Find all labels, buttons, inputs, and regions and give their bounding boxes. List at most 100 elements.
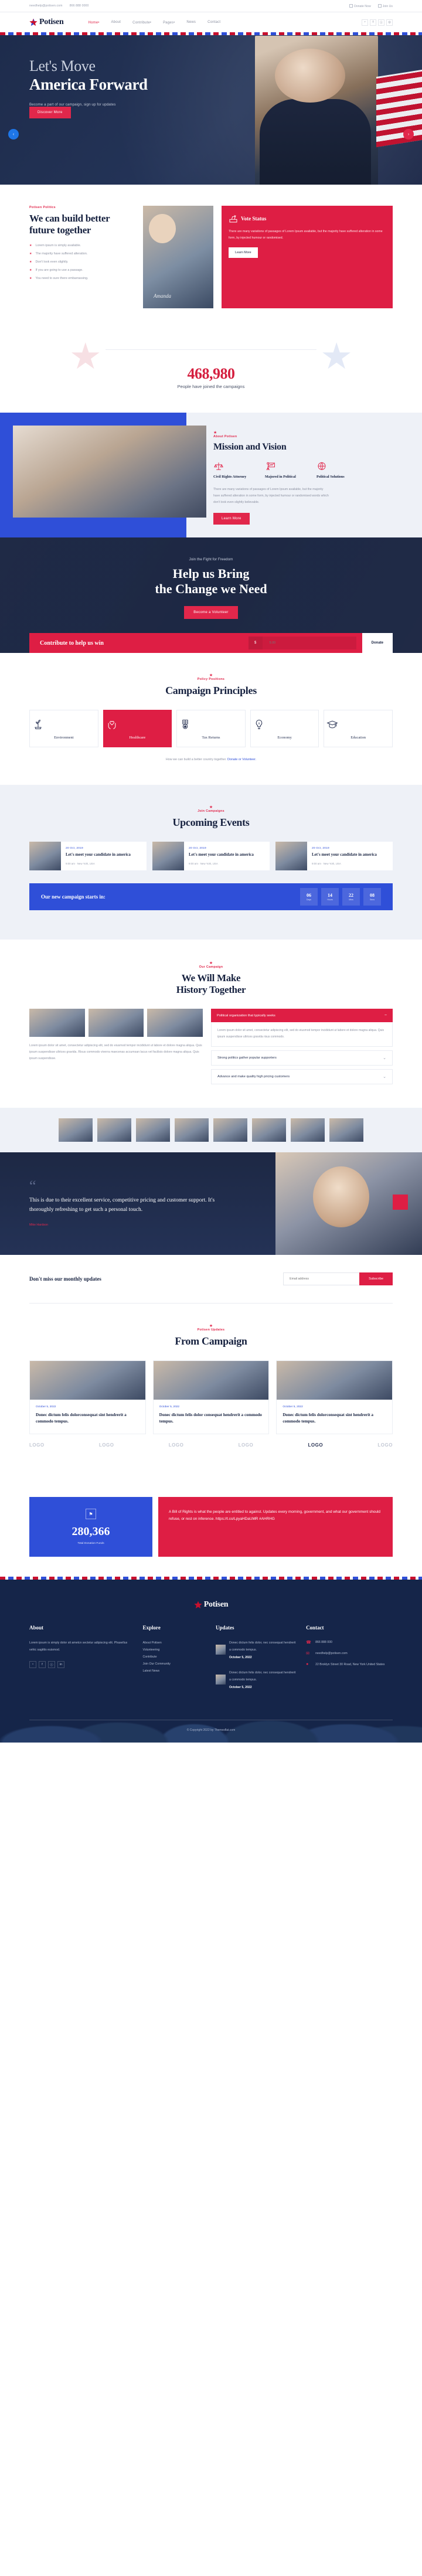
donation-amount-input[interactable] [262, 637, 356, 650]
twitter-icon[interactable]: ᵛ [362, 19, 368, 26]
event-card[interactable]: 20 Oct, 2019 Let's meet your candidate i… [29, 842, 147, 870]
blog-thumbnail [277, 1361, 393, 1400]
nav-item-news[interactable]: News [186, 21, 196, 25]
blog-post-title: Donec dictum felis dolorconsequat sint h… [283, 1413, 374, 1424]
plant-icon [35, 720, 42, 730]
event-title: Let's meet your candidate in america [189, 852, 254, 857]
principles-card-grid: Environment Healthcare Tax Returns Econo… [29, 710, 393, 748]
topbar-email[interactable]: needhelp@potisen.com [29, 4, 63, 8]
partner-logo: LOGO [98, 1442, 114, 1448]
facebook-icon[interactable]: f [39, 1661, 46, 1669]
become-volunteer-button[interactable]: Become a Volunteer [184, 606, 238, 620]
principle-card-environment[interactable]: Environment [29, 710, 98, 748]
footer-link-join-community[interactable]: Join Our Community [143, 1661, 206, 1668]
chevron-down-icon: ▾ [149, 20, 152, 23]
blog-date: October 5, 2022 [283, 1406, 303, 1409]
about-title: We can build better future together [29, 213, 110, 236]
blog-card[interactable]: October 5, 2022 Donec dictum felis dolor… [29, 1360, 146, 1435]
accordion-body: Lorem ipsum dolor sit amet, consectetur … [211, 1022, 393, 1047]
main-navigation: Potisen Home▾ About Contribute▾ Pages▾ N… [0, 12, 422, 32]
vote-status-text: There are many variations of passages of… [229, 230, 383, 240]
donate-now-link[interactable]: Donate Now [349, 4, 371, 8]
accordion-header[interactable]: Advance and make quality high pricing cu… [211, 1069, 393, 1085]
principle-label: Education [350, 736, 366, 740]
list-item: The majority have suffered alteration. [29, 252, 135, 256]
vote-status-learn-more-button[interactable]: Learn More [229, 247, 258, 258]
hero-prev-button[interactable]: ‹ [8, 129, 19, 139]
history-section: ★ Our Campaign We Will Make History Toge… [0, 940, 422, 1108]
about-photo: Amanda [143, 206, 213, 308]
site-logo[interactable]: Potisen [29, 18, 64, 27]
update-text: Donec dictum felis dolor, nec consequat … [229, 1671, 296, 1682]
footer-contact-email-row[interactable]: ✉ needhelp@potisen.com [306, 1651, 393, 1657]
blog-card[interactable]: October 5, 2022 Donec dictum felis dolor… [276, 1360, 393, 1435]
partner-logo: LOGO [377, 1442, 393, 1448]
footer-update-item[interactable]: Donec dictum felis dolor, nec consequat … [216, 1640, 297, 1662]
nav-item-about[interactable]: About [111, 21, 121, 25]
chevron-down-icon: ▾ [173, 20, 175, 23]
event-card[interactable]: 20 Oct, 2019 Let's meet your candidate i… [152, 842, 270, 870]
event-card[interactable]: 20 Oct, 2019 Let's meet your candidate i… [275, 842, 393, 870]
blog-thumbnail [153, 1361, 269, 1400]
gallery-image [213, 1118, 247, 1142]
footer-link-volunteering[interactable]: Volunteering [143, 1647, 206, 1654]
mission-learn-more-button[interactable]: Learn More [213, 512, 250, 525]
join-us-link[interactable]: Join Us [377, 4, 393, 8]
principle-card-education[interactable]: Education [324, 710, 393, 748]
events-title: Upcoming Events [172, 816, 250, 829]
presentation-icon [266, 462, 275, 470]
update-date: October 5, 2022 [229, 1685, 252, 1689]
footer-link-latest-news[interactable]: Latest News [143, 1668, 206, 1675]
newsletter-subscribe-button[interactable]: Subscribe [359, 1272, 393, 1286]
history-title-line1: We Will Make [181, 972, 241, 984]
newsletter-email-input[interactable] [283, 1272, 360, 1286]
donate-volunteer-link[interactable]: Donate or Volunteer. [227, 758, 256, 761]
nav-item-pages[interactable]: Pages▾ [163, 21, 175, 25]
countdown-label: Days [306, 898, 312, 901]
principle-label: Economy [277, 736, 292, 740]
pinterest-icon[interactable]: Ⓘ [378, 19, 384, 26]
topbar-phone[interactable]: 866 888 0000 [70, 4, 89, 8]
newsletter-title: Don't miss our monthly updates [29, 1276, 101, 1282]
update-date: October 5, 2022 [229, 1656, 252, 1660]
principle-card-economy[interactable]: Economy [250, 710, 319, 748]
footer-link-contribute[interactable]: Contribute [143, 1654, 206, 1661]
instagram-icon[interactable]: ◎ [386, 19, 393, 26]
donate-button[interactable]: Donate [362, 633, 393, 654]
hero-next-button[interactable]: › [403, 129, 414, 139]
footer-contact-phone-row[interactable]: ☎ 866 888 000 [306, 1640, 393, 1646]
blog-card[interactable]: October 5, 2022 Donec dictum felis dolor… [152, 1360, 270, 1435]
total-donation-panel: ⚑ 280,366 Total Donation Funds [29, 1497, 152, 1557]
footer-link-about-potisen[interactable]: About Potisen [143, 1640, 206, 1647]
principle-card-tax-returns[interactable]: Tax Returns [176, 710, 246, 748]
footer-logo[interactable]: Potisen [0, 1600, 422, 1609]
accordion-header[interactable]: Strong politics gather popular supporter… [211, 1050, 393, 1066]
hero-cta-button[interactable]: Discover More [29, 107, 71, 119]
facebook-icon[interactable]: f [370, 19, 376, 26]
phone-icon: ☎ [306, 1641, 311, 1645]
twitter-icon[interactable]: ᵛ [29, 1661, 36, 1669]
nav-item-contact[interactable]: Contact [207, 21, 220, 25]
donation-title: Contribute to help us win [40, 639, 104, 646]
footer-heading-updates: Updates [216, 1625, 234, 1631]
mission-feature-label: Majored in Political [265, 474, 296, 479]
linkedin-icon[interactable]: in [57, 1661, 64, 1669]
nav-item-home[interactable]: Home▾ [88, 21, 99, 25]
events-section: ★ Join Campaigns Upcoming Events 20 Oct,… [0, 785, 422, 940]
tweet-panel: A Bill of Rights is what the people are … [158, 1497, 393, 1557]
vote-status-title: Vote Status [241, 216, 267, 222]
event-meta: 9:00 am · New York, USA [66, 862, 95, 865]
principle-label: Tax Returns [202, 736, 220, 740]
update-thumbnail [216, 1675, 226, 1685]
nav-item-contribute[interactable]: Contribute▾ [132, 21, 151, 25]
blog-post-title: Donec dictum felis dolor consequat hendr… [159, 1413, 262, 1424]
principle-card-healthcare[interactable]: Healthcare [103, 710, 172, 748]
accordion-header-open[interactable]: Political organization that typically se… [211, 1009, 393, 1023]
total-donation-number: 280,366 [72, 1525, 110, 1539]
hands-heart-icon [108, 721, 115, 730]
history-photo [147, 1009, 203, 1037]
cta-heading-line1: Help us Bring [172, 566, 250, 581]
event-meta: 9:00 am · New York, USA [189, 862, 218, 865]
pinterest-icon[interactable]: Ⓘ [48, 1661, 55, 1669]
footer-update-item[interactable]: Donec dictum felis dolor, nec consequat … [216, 1670, 297, 1692]
